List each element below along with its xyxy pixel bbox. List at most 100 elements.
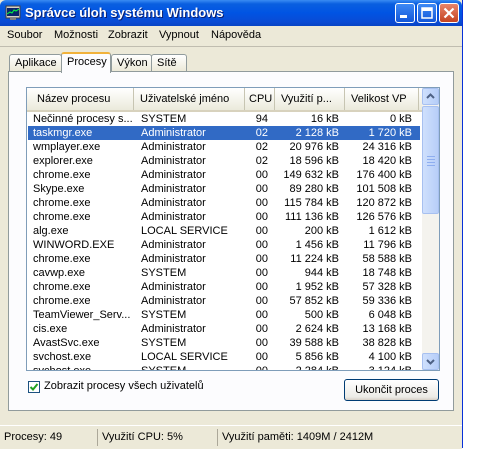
show-all-users-checkbox[interactable] xyxy=(28,381,40,393)
process-name-cell: chrome.exe xyxy=(33,295,91,307)
process-memory-cell: 200 kB xyxy=(304,225,339,237)
process-cpu-cell: 00 xyxy=(255,239,268,251)
column-header-name[interactable]: Název procesu xyxy=(27,88,134,110)
process-row[interactable]: alg.exe LOCAL SERVICE 00 200 kB 1 612 kB xyxy=(28,224,420,238)
column-header-vm-size[interactable]: Velikost VP xyxy=(345,88,419,110)
process-cpu-cell: 00 xyxy=(255,337,268,349)
process-name-cell: chrome.exe xyxy=(33,253,91,265)
process-row[interactable]: explorer.exe Administrator 02 18 596 kB 18 4… xyxy=(28,154,420,168)
title-bar[interactable]: Správce úloh systému Windows xyxy=(0,0,462,26)
maximize-button[interactable] xyxy=(417,3,437,23)
process-vm-size-cell: 18 748 kB xyxy=(362,267,412,279)
column-header-memory[interactable]: Využití p... xyxy=(275,88,345,110)
menu-file[interactable]: Soubor xyxy=(7,29,42,41)
process-list[interactable]: Název procesu Uživatelské jméno CPU Využ… xyxy=(26,87,440,371)
vertical-scrollbar[interactable] xyxy=(422,88,439,370)
process-vm-size-cell: 3 124 kB xyxy=(368,365,412,371)
tab-performance[interactable]: Výkon xyxy=(111,54,152,71)
process-name-cell: wmplayer.exe xyxy=(33,141,101,153)
process-row[interactable]: chrome.exe Administrator 00 11 224 kB 58 588… xyxy=(28,252,420,266)
process-name-cell: svchost.exe xyxy=(33,365,92,371)
process-row[interactable]: cis.exe Administrator 00 2 624 kB 13 168 kB xyxy=(28,322,420,336)
process-row[interactable]: cavwp.exe SYSTEM 00 944 kB 18 748 kB xyxy=(28,266,420,280)
process-user-cell: Administrator xyxy=(141,197,206,209)
process-vm-size-cell: 1 720 kB xyxy=(368,127,412,139)
process-vm-size-cell: 57 328 kB xyxy=(362,281,412,293)
process-row[interactable]: chrome.exe Administrator 00 57 852 kB 59 336… xyxy=(28,294,420,308)
process-user-cell: SYSTEM xyxy=(141,113,187,125)
scroll-grip xyxy=(427,156,435,157)
process-memory-cell: 11 224 kB xyxy=(290,253,339,265)
process-user-cell: Administrator xyxy=(141,323,206,335)
close-button[interactable] xyxy=(439,3,459,23)
process-row[interactable]: WINWORD.EXE Administrator 00 1 456 kB 11 796… xyxy=(28,238,420,252)
list-header: Název procesu Uživatelské jméno CPU Využ… xyxy=(27,88,422,112)
process-user-cell: LOCAL SERVICE xyxy=(141,351,228,363)
process-row[interactable]: TeamViewer_Serv... SYSTEM 00 500 kB 6 048 kB xyxy=(28,308,420,322)
process-user-cell: SYSTEM xyxy=(141,267,187,279)
menu-view[interactable]: Zobrazit xyxy=(108,29,148,41)
process-name-cell: chrome.exe xyxy=(33,197,91,209)
process-row[interactable]: chrome.exe Administrator 00 115 784 kB 120 8… xyxy=(28,196,420,210)
process-row[interactable]: AvastSvc.exe SYSTEM 00 39 588 kB 38 828 kB xyxy=(28,336,420,350)
process-row[interactable]: chrome.exe Administrator 00 1 952 kB 57 328 … xyxy=(28,280,420,294)
scroll-thumb[interactable] xyxy=(422,106,439,214)
process-memory-cell: 1 456 kB xyxy=(295,239,339,251)
menu-shutdown[interactable]: Vypnout xyxy=(159,29,199,41)
process-user-cell: Administrator xyxy=(141,211,206,223)
process-cpu-cell: 00 xyxy=(255,197,268,209)
process-row[interactable]: svchost.exe LOCAL SERVICE 00 5 856 kB 4 100 … xyxy=(28,350,420,364)
process-user-cell: Administrator xyxy=(141,141,206,153)
scroll-grip xyxy=(427,159,435,160)
scroll-down-button[interactable] xyxy=(422,353,439,370)
column-header-user[interactable]: Uživatelské jméno xyxy=(134,88,245,110)
process-row[interactable]: chrome.exe Administrator 00 111 136 kB 126 5… xyxy=(28,210,420,224)
process-row[interactable]: chrome.exe Administrator 00 149 632 kB 176 4… xyxy=(28,168,420,182)
process-name-cell: WINWORD.EXE xyxy=(33,239,115,251)
chevron-down-icon xyxy=(426,359,435,365)
menu-bar: Soubor Možnosti Zobrazit Vypnout Nápověd… xyxy=(0,26,462,47)
menu-help[interactable]: Nápověda xyxy=(211,29,261,41)
minimize-button[interactable] xyxy=(395,3,415,23)
process-cpu-cell: 00 xyxy=(255,365,268,371)
process-vm-size-cell: 59 336 kB xyxy=(362,295,412,307)
end-process-button[interactable]: Ukončit proces xyxy=(344,379,439,401)
process-vm-size-cell: 126 576 kB xyxy=(356,211,412,223)
process-name-cell: chrome.exe xyxy=(33,169,91,181)
status-cpu-usage: Využití CPU: 5% xyxy=(97,429,217,446)
process-vm-size-cell: 101 508 kB xyxy=(356,183,412,195)
process-cpu-cell: 00 xyxy=(255,211,268,223)
process-row[interactable]: svchost.exe SYSTEM 00 2 284 kB 3 124 kB xyxy=(28,364,420,371)
process-row[interactable]: taskmgr.exe Administrator 02 2 128 kB 1 720 … xyxy=(28,126,420,140)
process-memory-cell: 2 624 kB xyxy=(295,323,339,335)
column-header-cpu[interactable]: CPU xyxy=(245,88,275,110)
process-vm-size-cell: 1 612 kB xyxy=(368,225,412,237)
maximize-icon xyxy=(421,7,433,19)
process-memory-cell: 39 588 kB xyxy=(289,337,339,349)
process-vm-size-cell: 120 872 kB xyxy=(356,197,412,209)
process-row[interactable]: Nečinné procesy s... SYSTEM 94 16 kB 0 kB xyxy=(28,112,420,126)
process-user-cell: SYSTEM xyxy=(141,365,187,371)
status-process-count: Procesy: 49 xyxy=(4,431,63,443)
process-vm-size-cell: 4 100 kB xyxy=(368,351,412,363)
show-all-users-label[interactable]: Zobrazit procesy všech uživatelů xyxy=(44,380,204,392)
process-name-cell: svchost.exe xyxy=(33,351,92,363)
process-vm-size-cell: 24 316 kB xyxy=(362,141,412,153)
scroll-up-button[interactable] xyxy=(422,88,439,105)
tab-processes[interactable]: Procesy xyxy=(61,52,111,73)
process-cpu-cell: 02 xyxy=(255,127,268,139)
process-row[interactable]: wmplayer.exe Administrator 02 20 976 kB 24 3… xyxy=(28,140,420,154)
process-name-cell: Skype.exe xyxy=(33,183,85,195)
process-user-cell: Administrator xyxy=(141,295,206,307)
process-cpu-cell: 02 xyxy=(255,155,268,167)
process-memory-cell: 16 kB xyxy=(310,113,339,125)
process-user-cell: Administrator xyxy=(141,281,206,293)
process-name-cell: TeamViewer_Serv... xyxy=(33,309,131,321)
scroll-grip xyxy=(427,162,435,163)
process-user-cell: SYSTEM xyxy=(141,337,187,349)
menu-options[interactable]: Možnosti xyxy=(54,29,98,41)
process-row[interactable]: Skype.exe Administrator 00 89 280 kB 101 508… xyxy=(28,182,420,196)
process-cpu-cell: 00 xyxy=(255,169,268,181)
tab-networking[interactable]: Sítě xyxy=(151,54,187,71)
tab-applications[interactable]: Aplikace xyxy=(9,54,62,71)
